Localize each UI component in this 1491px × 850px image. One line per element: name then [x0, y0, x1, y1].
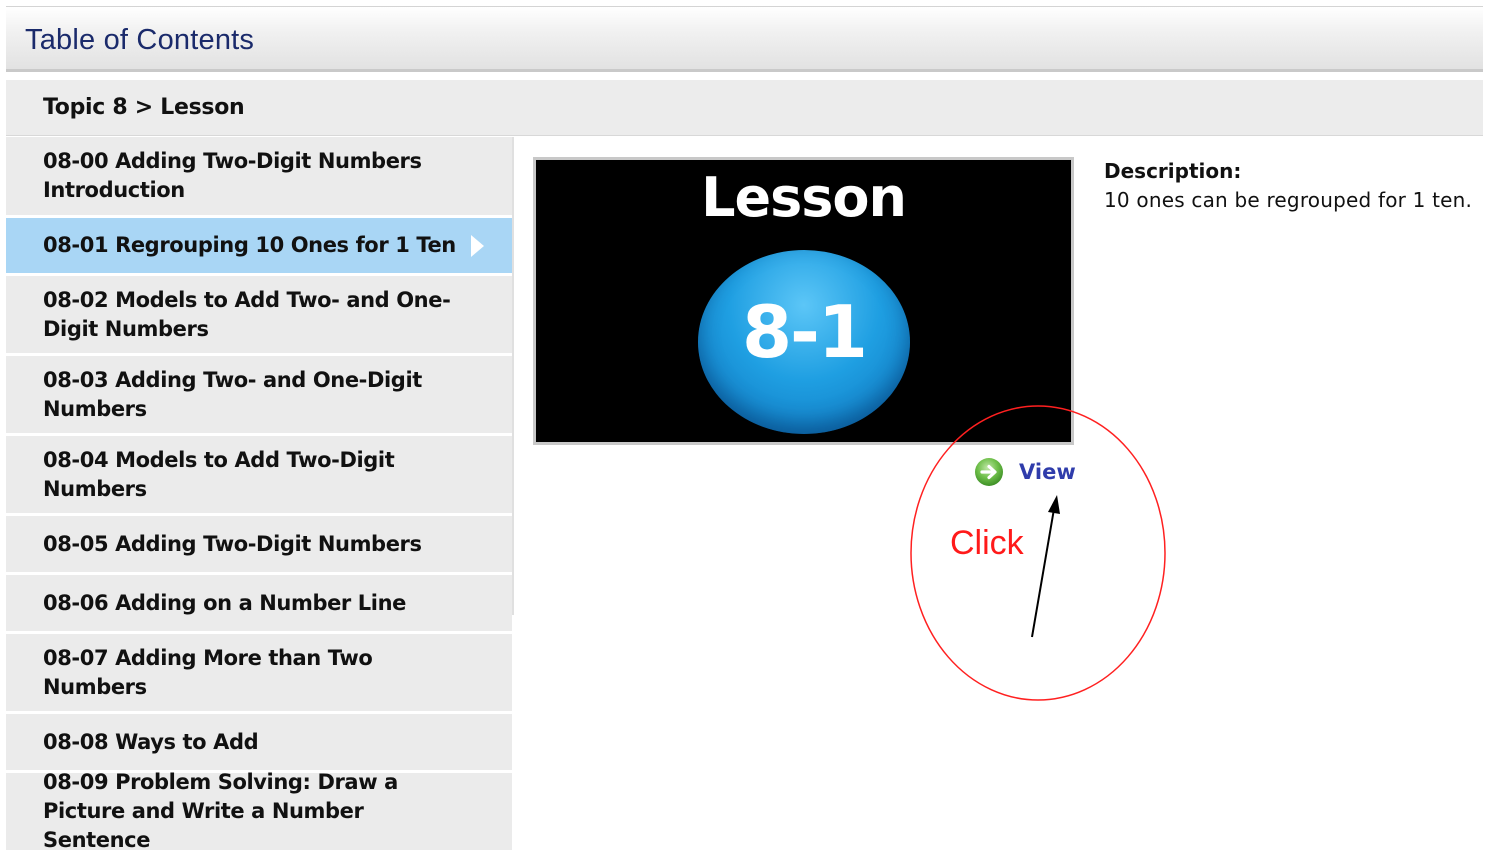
thumbnail-word: Lesson [701, 166, 907, 229]
breadcrumb-separator: > [127, 95, 161, 120]
annotation-click-text: Click [950, 524, 1024, 562]
lesson-badge-number: 8-1 [741, 290, 868, 374]
sidebar-item-08-00[interactable]: 08-00 Adding Two-Digit Numbers Introduct… [6, 137, 512, 215]
sidebar-item-label: 08-04 Models to Add Two-Digit Numbers [43, 447, 395, 501]
breadcrumb: Topic 8 > Lesson [43, 95, 245, 120]
annotation-arrow-head [1048, 495, 1060, 514]
sidebar-item-08-03[interactable]: 08-03 Adding Two- and One-Digit Numbers [6, 356, 512, 433]
sidebar-item-08-05[interactable]: 08-05 Adding Two-Digit Numbers [6, 516, 512, 572]
description-label: Description: [1104, 159, 1242, 183]
sidebar-item-label: 08-08 Ways to Add [43, 729, 259, 754]
sidebar-item-label: 08-09 Problem Solving: Draw a Picture an… [43, 770, 398, 850]
page: Table of Contents Topic 8 > Lesson 08-00… [0, 0, 1491, 850]
page-title: Table of Contents [25, 24, 255, 56]
annotation-overlay [910, 405, 1166, 701]
breadcrumb-topic[interactable]: Topic 8 [43, 95, 128, 120]
sidebar-item-label: 08-05 Adding Two-Digit Numbers [43, 531, 422, 556]
lesson-sidebar: 08-00 Adding Two-Digit Numbers Introduct… [6, 137, 512, 850]
sidebar-item-label: 08-03 Adding Two- and One-Digit Numbers [43, 367, 422, 421]
sidebar-item-label: 08-00 Adding Two-Digit Numbers Introduct… [43, 149, 422, 202]
sidebar-item-label: 08-01 Regrouping 10 Ones for 1 Ten [43, 233, 456, 257]
play-arrow-icon [471, 234, 484, 257]
thumbnail-image: Lesson 8-1 [536, 160, 1071, 442]
sidebar-item-08-02[interactable]: 08-02 Models to Add Two- and One-Digit N… [6, 276, 512, 353]
sidebar-item-08-06[interactable]: 08-06 Adding on a Number Line [6, 575, 512, 631]
sidebar-item-08-01[interactable]: 08-01 Regrouping 10 Ones for 1 Ten [6, 218, 512, 273]
lesson-badge-circle: 8-1 [698, 250, 910, 434]
sidebar-item-08-08[interactable]: 08-08 Ways to Add [6, 714, 512, 770]
lesson-thumbnail[interactable]: Lesson 8-1 [533, 157, 1074, 445]
sidebar-divider [512, 137, 514, 615]
sidebar-item-08-09[interactable]: 08-09 Problem Solving: Draw a Picture an… [6, 770, 512, 850]
breadcrumb-current: Lesson [160, 95, 245, 120]
sidebar-item-08-04[interactable]: 08-04 Models to Add Two-Digit Numbers [6, 436, 512, 513]
breadcrumb-bar: Topic 8 > Lesson [6, 80, 1483, 136]
sidebar-item-label: 08-07 Adding More than Two Numbers [43, 645, 373, 699]
sidebar-item-label: 08-02 Models to Add Two- and One-Digit N… [43, 287, 451, 341]
description-text: 10 ones can be regrouped for 1 ten. [1104, 188, 1473, 212]
sidebar-item-label: 08-06 Adding on a Number Line [43, 590, 406, 615]
annotation-arrow-line [1031, 508, 1055, 638]
toc-header: Table of Contents [6, 6, 1483, 72]
sidebar-item-08-07[interactable]: 08-07 Adding More than Two Numbers [6, 634, 512, 711]
